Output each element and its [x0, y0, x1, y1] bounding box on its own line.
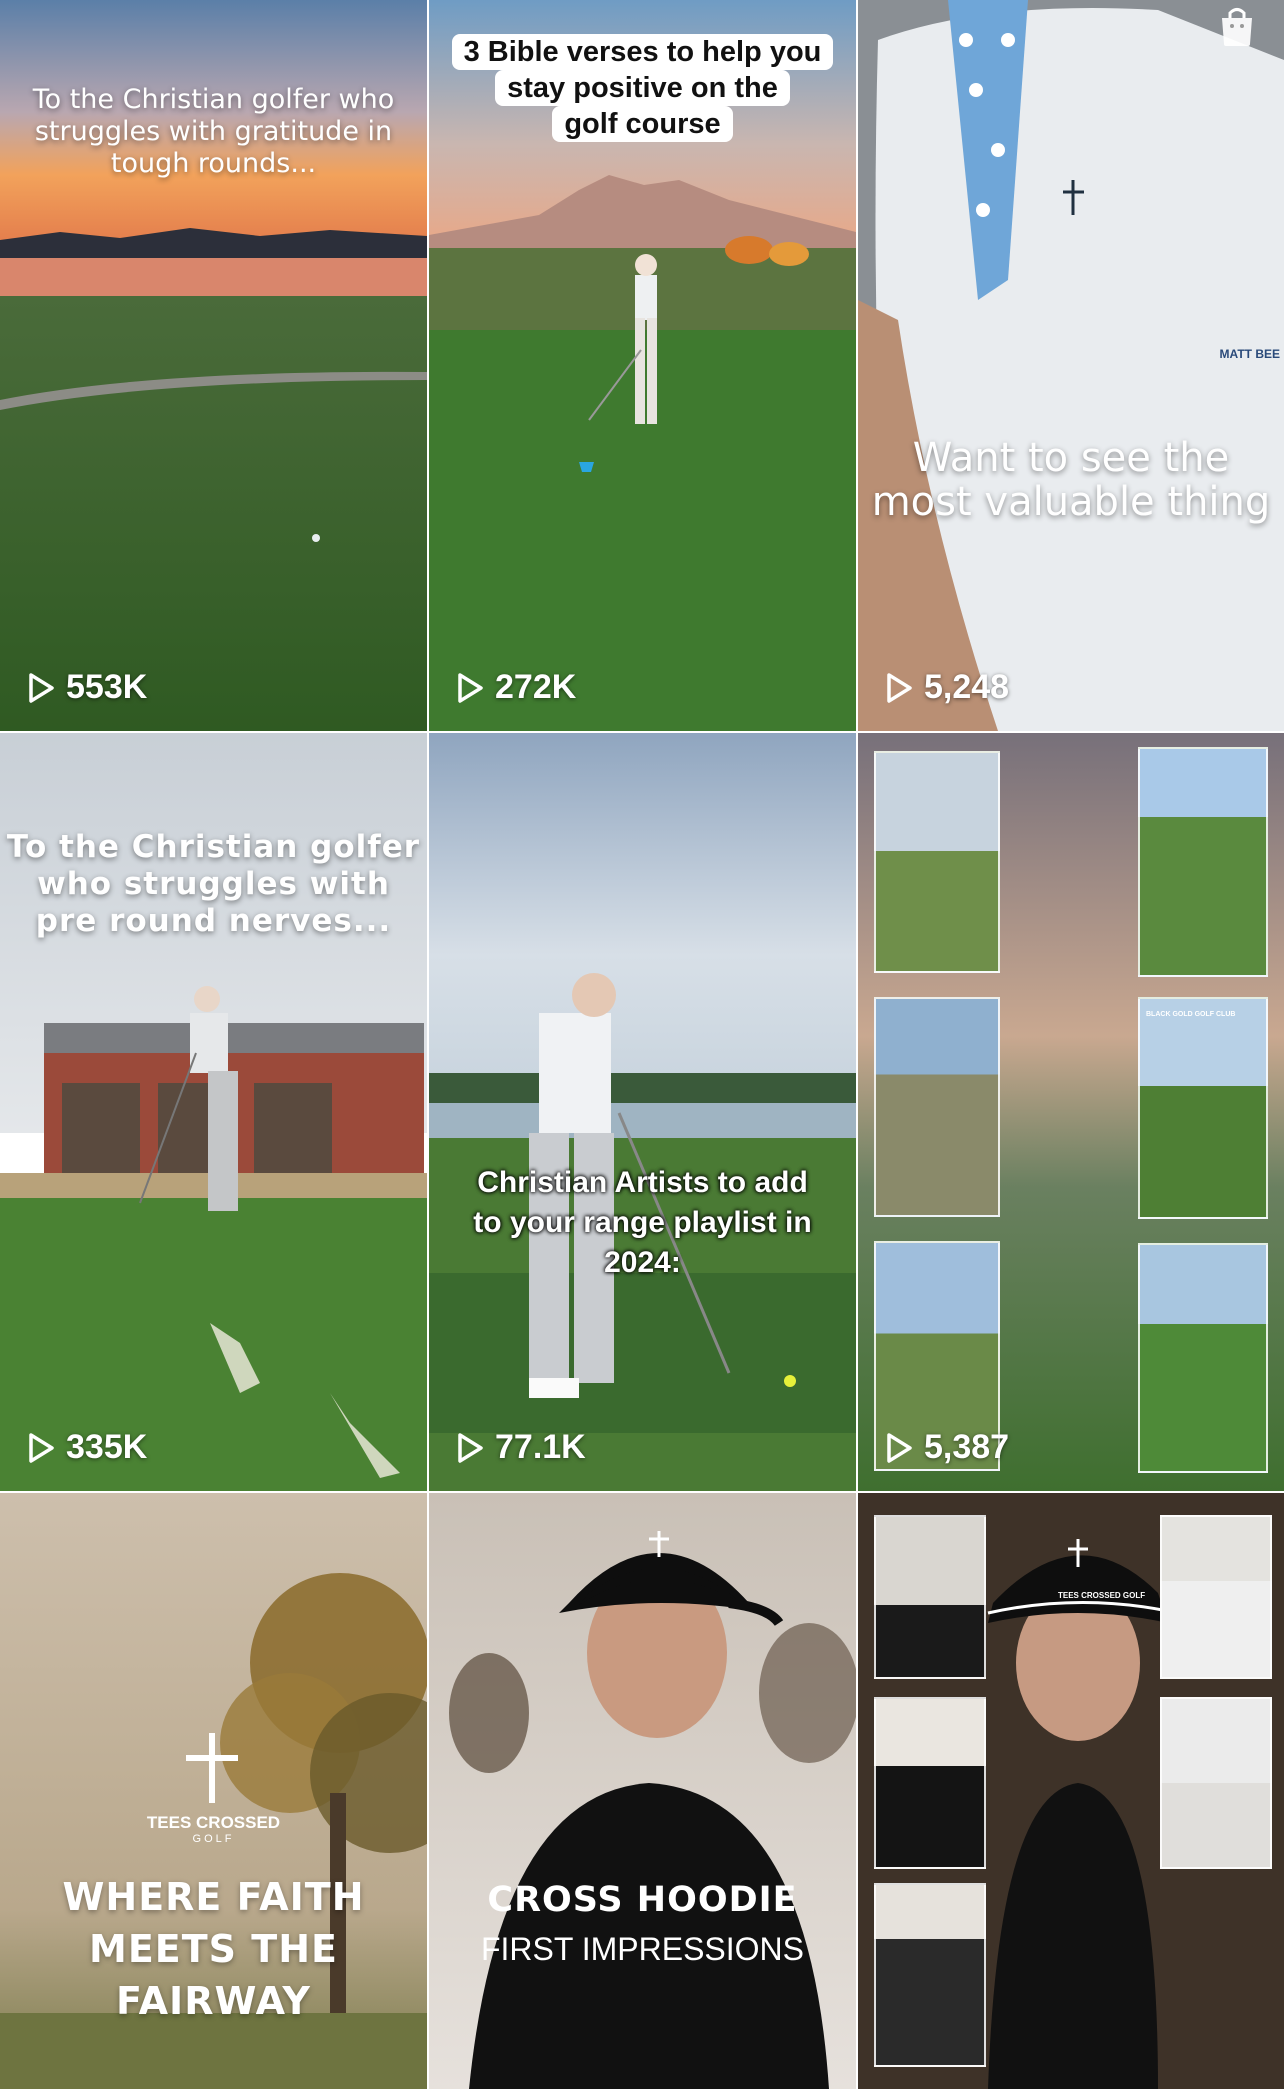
- caption-line-2: to your range playlist in: [473, 1206, 812, 1239]
- caption-line-1: Christian Artists to add: [477, 1166, 808, 1199]
- video-grid: To the Christian golfer who struggles wi…: [0, 0, 1284, 2089]
- photo-fairway: [1138, 1243, 1268, 1473]
- video-title: WHERE FAITH MEETS THE FAIRWAY: [0, 1871, 427, 2027]
- video-tile-5[interactable]: Christian Artists to add to your range p…: [429, 733, 856, 1491]
- video-caption: Want to see the most valuable thing: [858, 436, 1284, 524]
- play-icon: [458, 1432, 483, 1463]
- view-count: 272K: [455, 668, 576, 707]
- video-tile-3[interactable]: MATT BEE Want to see the most valuable t…: [858, 0, 1284, 731]
- caption-line-2: stay positive on the: [495, 70, 790, 106]
- brand-logo-text: TEES CROSSED: [146, 1813, 281, 1832]
- video-tile-2[interactable]: 3 Bible verses to help you stay positive…: [429, 0, 856, 731]
- caption-line-3: pre round nerves...: [35, 903, 392, 939]
- view-count-value: 272K: [495, 668, 577, 706]
- video-thumbnail: [429, 733, 856, 1491]
- video-tile-9[interactable]: TEES CROSSED GOLF: [858, 1493, 1284, 2089]
- video-subtitle: FIRST IMPRESSIONS: [480, 1931, 804, 1967]
- view-count: 5,248: [884, 668, 1009, 707]
- play-icon: [887, 1432, 912, 1463]
- view-count-value: 335K: [66, 1428, 148, 1466]
- shopping-bag-icon[interactable]: [1216, 4, 1258, 48]
- view-count-value: 5,387: [924, 1428, 1010, 1466]
- photo-walking: [1138, 747, 1268, 977]
- cross-logo-icon: [186, 1733, 238, 1803]
- photo-swing: [874, 751, 1000, 973]
- view-count: 5,387: [884, 1428, 1009, 1467]
- photo-label: BLACK GOLD GOLF CLUB: [1146, 1011, 1236, 1018]
- title-line-2: MEETS THE: [89, 1927, 338, 1971]
- caption-line-3: 2024:: [604, 1246, 681, 1279]
- shirt-brand-label: MATT BEE: [1219, 347, 1280, 361]
- hat-text: TEES CROSSED GOLF: [1058, 1591, 1146, 1600]
- photo-club: BLACK GOLD GOLF CLUB: [1138, 997, 1268, 1219]
- caption-line-3: golf course: [552, 106, 733, 142]
- title-line-1: WHERE FAITH: [62, 1875, 365, 1919]
- view-count: 77.1K: [455, 1428, 586, 1467]
- video-tile-7[interactable]: TEES CROSSED GOLF WHERE FAITH MEETS THE …: [0, 1493, 427, 2089]
- caption-line-1: Want to see the: [912, 435, 1230, 481]
- play-icon: [887, 672, 912, 703]
- video-caption: To the Christian golfer who struggles wi…: [0, 829, 427, 940]
- view-count: 553K: [26, 668, 147, 707]
- video-caption: 3 Bible verses to help you stay positive…: [429, 34, 856, 142]
- photo-hoodie-4: [1160, 1697, 1272, 1869]
- photo-backswing: [874, 997, 1000, 1217]
- photo-hoodie-5: [874, 1883, 986, 2067]
- caption-line-2: who struggles with: [37, 866, 390, 902]
- video-title: CROSS HOODIE: [487, 1880, 798, 1920]
- caption-line-2: most valuable thing: [871, 479, 1271, 525]
- caption-line-1: 3 Bible verses to help you: [451, 34, 834, 70]
- play-icon: [29, 1432, 54, 1463]
- view-count-value: 553K: [66, 668, 148, 706]
- video-caption: Christian Artists to add to your range p…: [429, 1163, 856, 1283]
- view-count-value: 5,248: [924, 668, 1010, 706]
- video-tile-1[interactable]: To the Christian golfer who struggles wi…: [0, 0, 427, 731]
- brand-logo-sub: GOLF: [192, 1833, 235, 1845]
- video-tile-4[interactable]: To the Christian golfer who struggles wi…: [0, 733, 427, 1491]
- play-icon: [458, 672, 483, 703]
- video-caption: To the Christian golfer who struggles wi…: [32, 84, 395, 179]
- video-tile-8[interactable]: CROSS HOODIE FIRST IMPRESSIONS: [429, 1493, 856, 2089]
- view-count: 335K: [26, 1428, 147, 1467]
- title-line-3: FAIRWAY: [116, 1979, 311, 2023]
- photo-hoodie-2: [1160, 1515, 1272, 1679]
- video-thumbnail: [429, 1493, 856, 2089]
- photo-hoodie-1: [874, 1515, 986, 1679]
- play-icon: [29, 672, 54, 703]
- caption-line-1: To the Christian golfer: [6, 829, 421, 865]
- video-tile-6[interactable]: BLACK GOLD GOLF CLUB 5,387: [858, 733, 1284, 1491]
- photo-hoodie-3: [874, 1697, 986, 1869]
- view-count-value: 77.1K: [495, 1428, 586, 1466]
- video-thumbnail: [858, 0, 1284, 731]
